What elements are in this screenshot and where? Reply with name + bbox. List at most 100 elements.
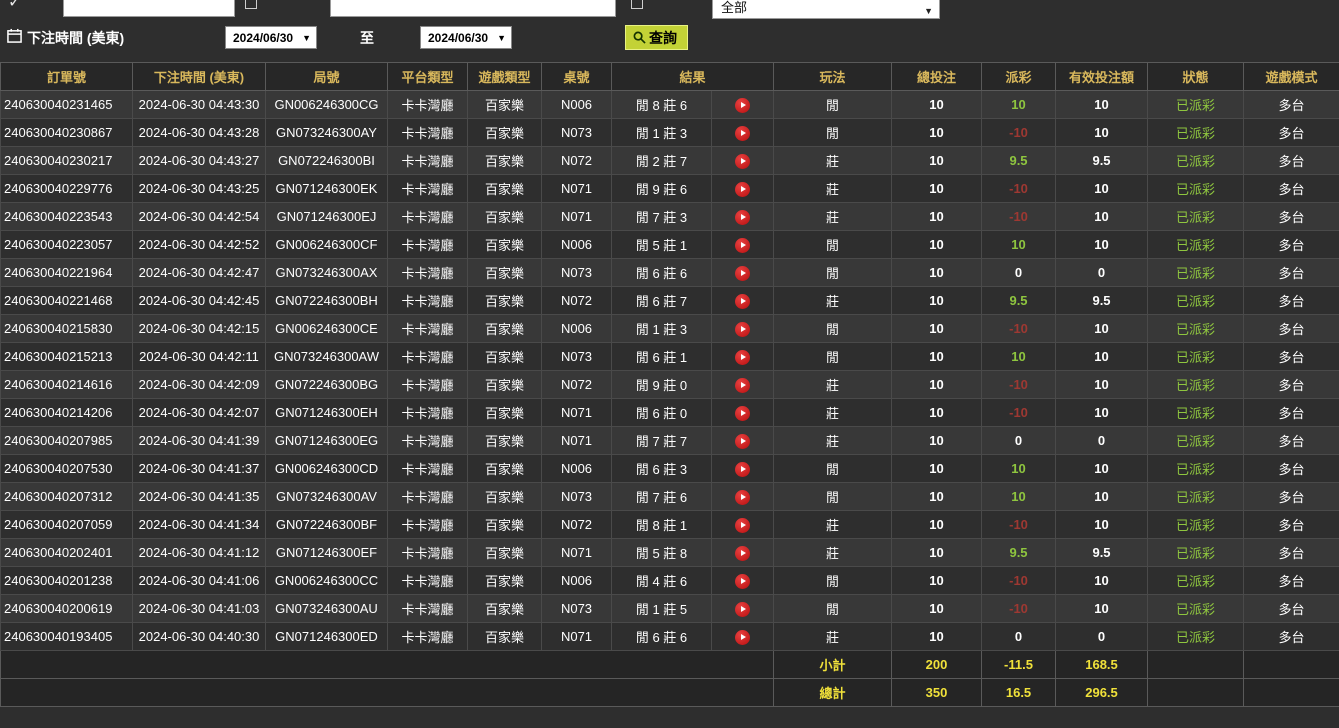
replay-play-icon[interactable] — [735, 630, 750, 645]
payout-cell: 0 — [982, 623, 1056, 651]
date-to-value: 2024/06/30 — [428, 31, 488, 45]
order-number-cell: 240630040200619 — [1, 595, 133, 623]
play-type-cell: 閒 — [774, 119, 892, 147]
game-mode-cell: 多台 — [1244, 315, 1339, 343]
filter-dropdown[interactable]: 全部 ▼ — [712, 0, 940, 19]
subtotal-payout: -11.5 — [982, 651, 1056, 679]
search-button[interactable]: 查詢 — [625, 25, 688, 50]
table-number-cell: N072 — [542, 371, 612, 399]
play-type-cell: 莊 — [774, 203, 892, 231]
round-number-cell: GN073246300AV — [266, 483, 388, 511]
round-number-cell: GN006246300CC — [266, 567, 388, 595]
order-number-cell: 240630040193405 — [1, 623, 133, 651]
replay-cell — [712, 259, 774, 287]
order-number-cell: 240630040207312 — [1, 483, 133, 511]
round-number-cell: GN006246300CE — [266, 315, 388, 343]
total-bet-cell: 10 — [892, 511, 982, 539]
platform-type-cell: 卡卡灣廳 — [388, 595, 468, 623]
replay-play-icon[interactable] — [735, 574, 750, 589]
round-number-cell: GN006246300CD — [266, 455, 388, 483]
status-cell: 已派彩 — [1148, 427, 1244, 455]
replay-play-icon[interactable] — [735, 462, 750, 477]
replay-cell — [712, 623, 774, 651]
replay-play-icon[interactable] — [735, 602, 750, 617]
status-cell: 已派彩 — [1148, 175, 1244, 203]
grand-total-payout: 16.5 — [982, 679, 1056, 707]
play-type-cell: 莊 — [774, 511, 892, 539]
replay-play-icon[interactable] — [735, 126, 750, 141]
order-number-cell: 240630040202401 — [1, 539, 133, 567]
replay-play-icon[interactable] — [735, 490, 750, 505]
replay-play-icon[interactable] — [735, 518, 750, 533]
replay-play-icon[interactable] — [735, 266, 750, 281]
result-cell: 閒 1 莊 3 — [612, 119, 712, 147]
replay-cell — [712, 343, 774, 371]
game-type-cell: 百家樂 — [468, 287, 542, 315]
result-cell: 閒 8 莊 6 — [612, 91, 712, 119]
round-number-cell: GN072246300BF — [266, 511, 388, 539]
header-game-mode: 遊戲模式 — [1244, 63, 1339, 91]
header-game-type: 遊戲類型 — [468, 63, 542, 91]
table-number-cell: N006 — [542, 91, 612, 119]
replay-play-icon[interactable] — [735, 154, 750, 169]
header-play-type: 玩法 — [774, 63, 892, 91]
chevron-down-icon: ▼ — [497, 33, 506, 43]
total-bet-cell: 10 — [892, 91, 982, 119]
replay-play-icon[interactable] — [735, 210, 750, 225]
result-cell: 閒 6 莊 6 — [612, 623, 712, 651]
replay-cell — [712, 483, 774, 511]
replay-play-icon[interactable] — [735, 546, 750, 561]
header-round-number: 局號 — [266, 63, 388, 91]
subtotal-row: 小計 200 -11.5 168.5 — [1, 651, 1339, 679]
result-cell: 閒 4 莊 6 — [612, 567, 712, 595]
filter-checkbox-2[interactable] — [631, 0, 643, 9]
bet-time-cell: 2024-06-30 04:42:09 — [133, 371, 266, 399]
platform-type-cell: 卡卡灣廳 — [388, 623, 468, 651]
status-cell: 已派彩 — [1148, 259, 1244, 287]
replay-play-icon[interactable] — [735, 98, 750, 113]
bet-time-cell: 2024-06-30 04:41:12 — [133, 539, 266, 567]
payout-cell: -10 — [982, 399, 1056, 427]
round-number-cell: GN006246300CF — [266, 231, 388, 259]
round-number-cell: GN071246300ED — [266, 623, 388, 651]
round-number-cell: GN071246300EF — [266, 539, 388, 567]
date-to-select[interactable]: 2024/06/30 ▼ — [420, 26, 512, 49]
payout-cell: 9.5 — [982, 287, 1056, 315]
grand-total-valid-bet: 296.5 — [1056, 679, 1148, 707]
filter-input-2[interactable] — [330, 0, 616, 17]
filter-input-1[interactable] — [63, 0, 235, 17]
replay-play-icon[interactable] — [735, 182, 750, 197]
filter-checkbox-1[interactable] — [245, 0, 257, 9]
table-number-cell: N073 — [542, 595, 612, 623]
table-number-cell: N006 — [542, 455, 612, 483]
replay-play-icon[interactable] — [735, 294, 750, 309]
bet-time-cell: 2024-06-30 04:43:28 — [133, 119, 266, 147]
game-mode-cell: 多台 — [1244, 427, 1339, 455]
status-cell: 已派彩 — [1148, 371, 1244, 399]
grand-total-row: 總計 350 16.5 296.5 — [1, 679, 1339, 707]
game-mode-cell: 多台 — [1244, 91, 1339, 119]
game-mode-cell: 多台 — [1244, 231, 1339, 259]
order-number-cell: 240630040201238 — [1, 567, 133, 595]
result-cell: 閒 1 莊 5 — [612, 595, 712, 623]
table-number-cell: N006 — [542, 315, 612, 343]
replay-play-icon[interactable] — [735, 350, 750, 365]
replay-cell — [712, 567, 774, 595]
replay-play-icon[interactable] — [735, 434, 750, 449]
order-number-cell: 240630040207985 — [1, 427, 133, 455]
valid-bet-cell: 10 — [1056, 91, 1148, 119]
round-number-cell: GN006246300CG — [266, 91, 388, 119]
game-type-cell: 百家樂 — [468, 259, 542, 287]
bet-time-cell: 2024-06-30 04:43:25 — [133, 175, 266, 203]
grand-total-label: 總計 — [774, 679, 892, 707]
replay-play-icon[interactable] — [735, 406, 750, 421]
game-mode-cell: 多台 — [1244, 567, 1339, 595]
replay-play-icon[interactable] — [735, 322, 750, 337]
date-from-select[interactable]: 2024/06/30 ▼ — [225, 26, 317, 49]
valid-bet-cell: 10 — [1056, 511, 1148, 539]
result-cell: 閒 9 莊 0 — [612, 371, 712, 399]
replay-play-icon[interactable] — [735, 378, 750, 393]
replay-cell — [712, 91, 774, 119]
table-row: 240630040215830 2024-06-30 04:42:15 GN00… — [1, 315, 1339, 343]
replay-play-icon[interactable] — [735, 238, 750, 253]
